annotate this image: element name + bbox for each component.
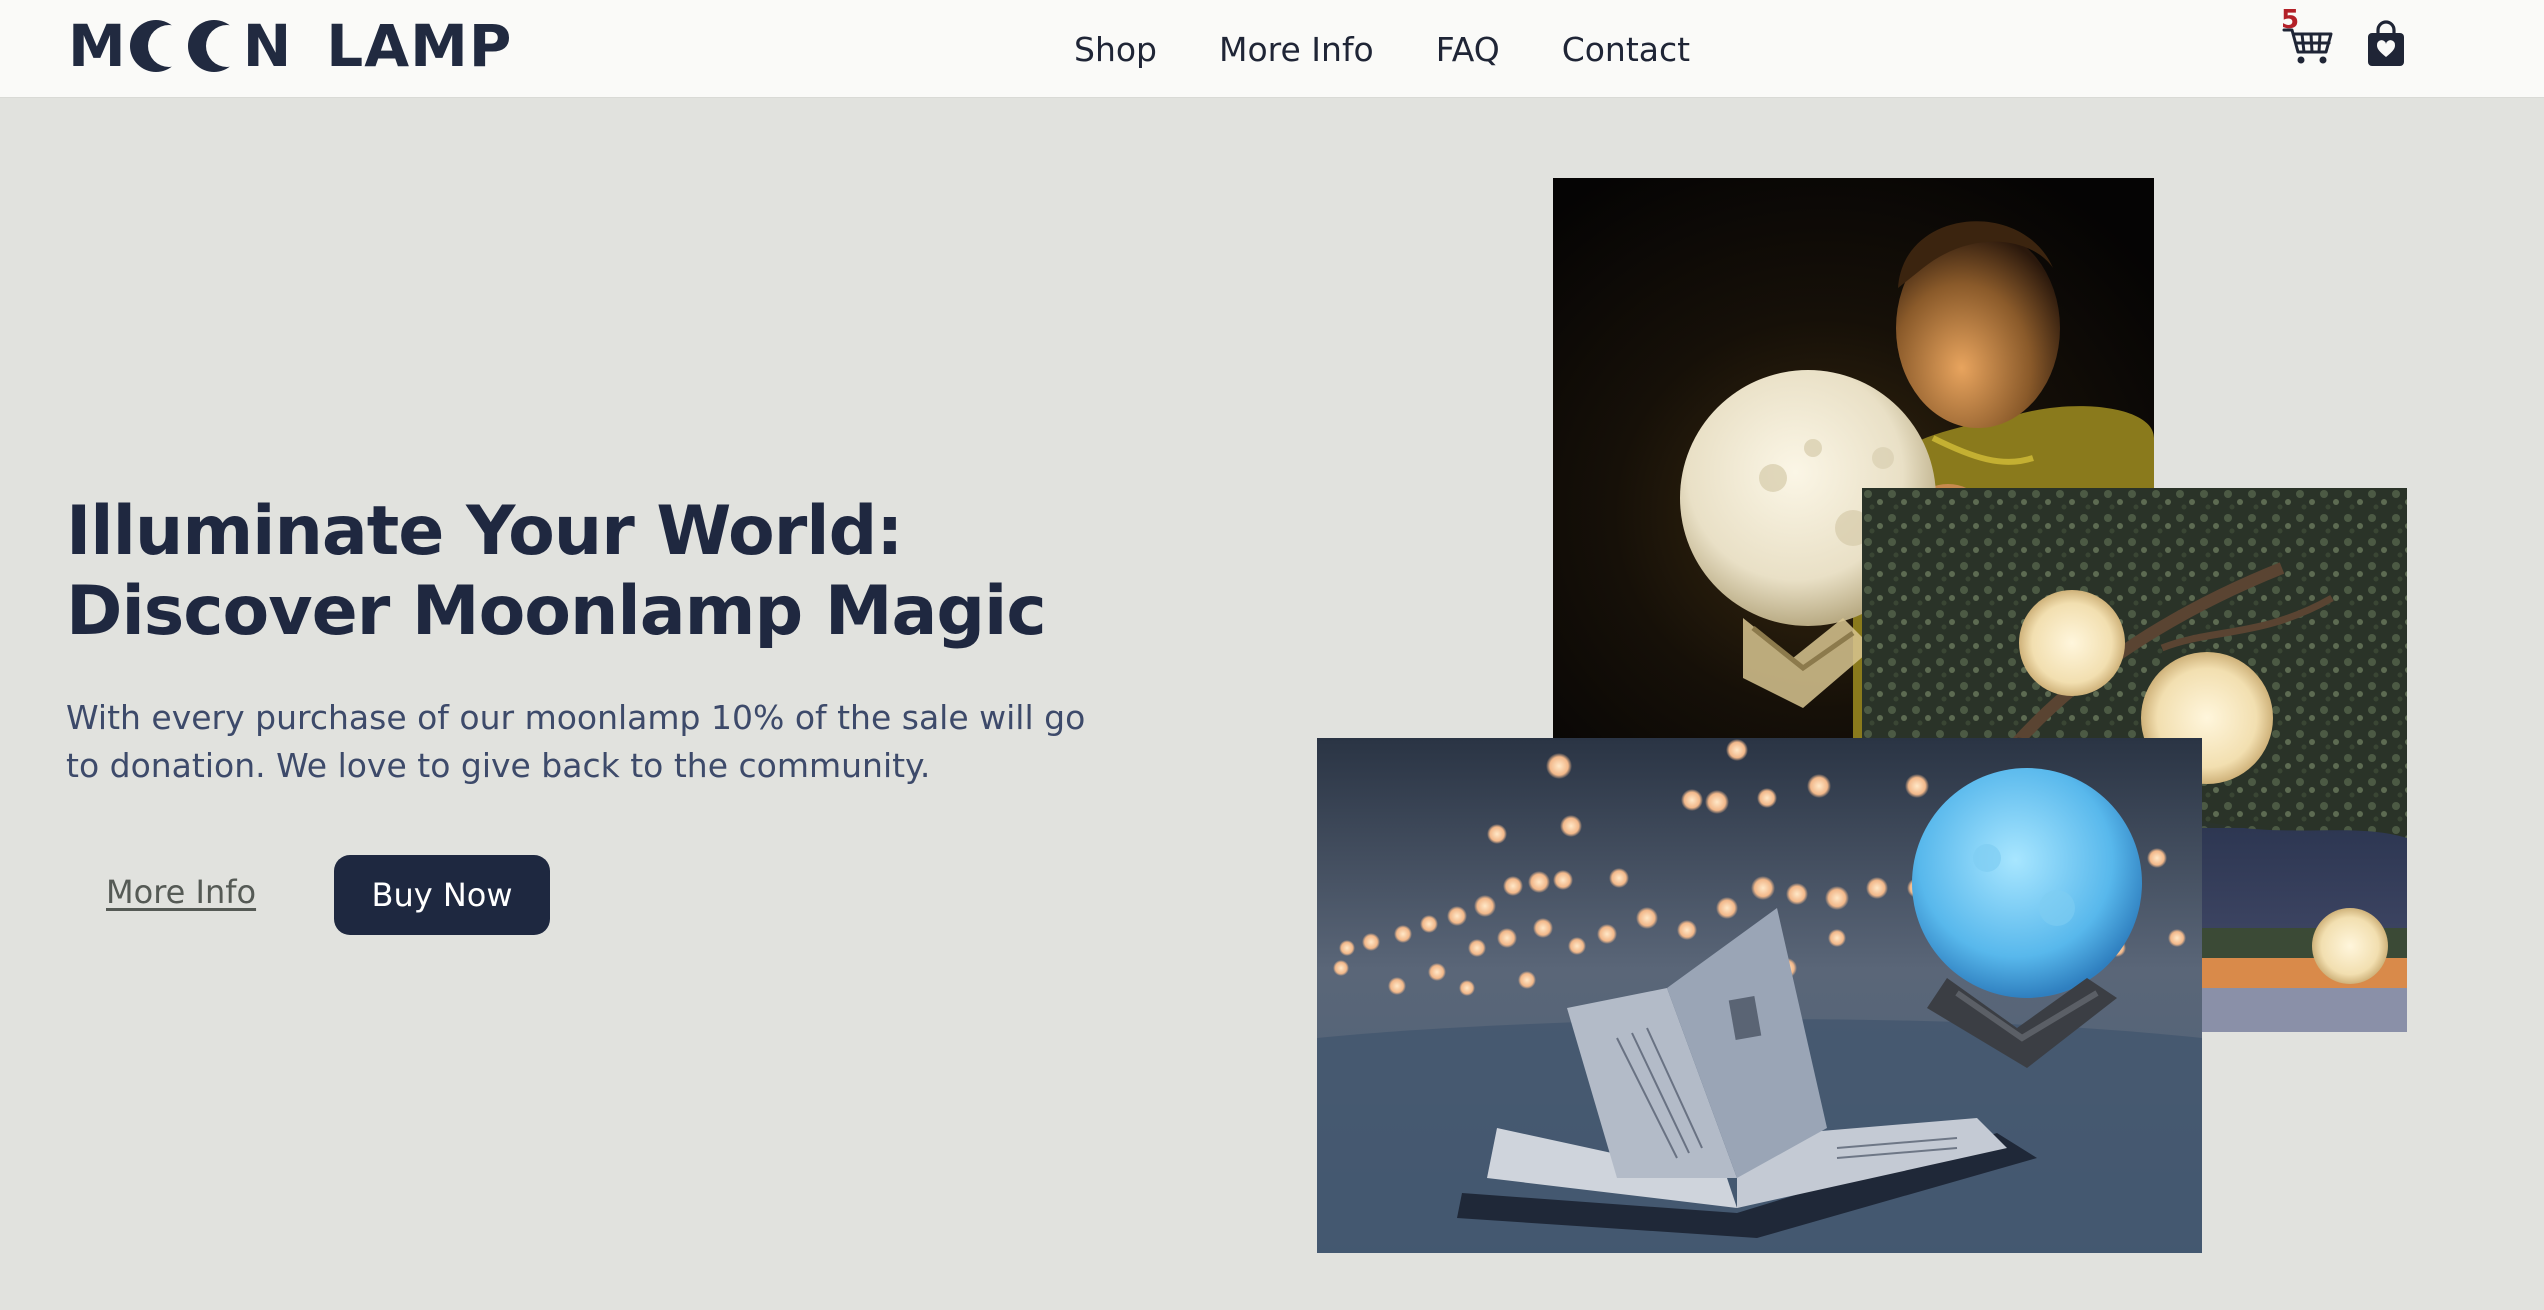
site-header: M N LAMP Shop More Info FAQ Contact 5 — [0, 0, 2544, 98]
shopping-bag-heart-icon[interactable] — [2366, 20, 2406, 68]
moon-lamp-logo[interactable]: M N LAMP — [68, 12, 513, 80]
crescent-moon-icon — [187, 20, 240, 72]
logo-letter-m: M — [68, 12, 127, 80]
nav-faq[interactable]: FAQ — [1436, 30, 1500, 69]
main-nav: Shop More Info FAQ Contact — [1074, 0, 1690, 98]
nav-more-info[interactable]: More Info — [1219, 30, 1374, 69]
logo-letter-n: N — [242, 12, 293, 80]
nav-contact[interactable]: Contact — [1562, 30, 1690, 69]
more-info-link[interactable]: More Info — [106, 873, 256, 911]
logo-word-lamp: LAMP — [326, 12, 513, 80]
hero-headline: Illuminate Your World: Discover Moonlamp… — [66, 492, 1166, 652]
blue-moon-lamp-with-book-photo — [1317, 738, 2202, 1253]
crescent-moon-icon — [129, 20, 182, 72]
hero-headline-line1: Illuminate Your World: — [66, 492, 903, 571]
cart-count-badge: 5 — [2281, 5, 2300, 35]
hero-headline-line2: Discover Moonlamp Magic — [66, 572, 1047, 651]
nav-shop[interactable]: Shop — [1074, 30, 1157, 69]
buy-now-button[interactable]: Buy Now — [334, 855, 550, 935]
hero-description: With every purchase of our moonlamp 10% … — [66, 698, 1086, 785]
